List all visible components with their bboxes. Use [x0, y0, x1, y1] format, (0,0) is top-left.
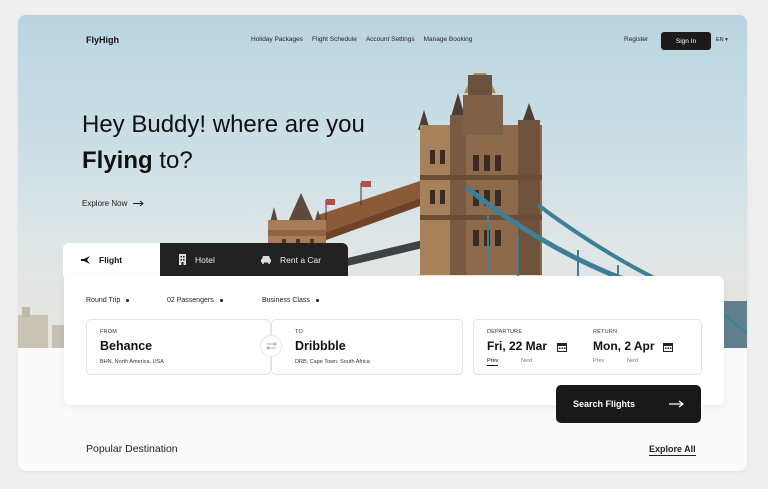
return-date[interactable]: Mon, 2 Apr: [593, 339, 655, 353]
swap-icon: [265, 342, 277, 350]
trip-type-select[interactable]: Round Trip: [86, 297, 130, 304]
car-icon: [261, 256, 271, 264]
departure-date[interactable]: Fri, 22 Mar: [487, 339, 547, 353]
dropdown-dot-icon: [315, 299, 319, 302]
booking-tabs: Flight Hotel Rent a Car: [63, 243, 348, 276]
logo[interactable]: FlyHigh: [86, 35, 119, 45]
tab-flight-label: Flight: [99, 254, 123, 265]
dates-field: DEPARTURE Fri, 22 Mar Prev Next RETURN M…: [473, 319, 702, 375]
plane-icon: [81, 255, 90, 264]
hero-headline-bold: Flying: [82, 147, 153, 174]
arrow-right-icon: [133, 200, 145, 207]
explore-now-link[interactable]: Explore Now: [82, 199, 145, 208]
to-label: TO: [295, 329, 303, 335]
sign-in-button[interactable]: Sign In: [661, 32, 711, 50]
return-prev[interactable]: Prev: [593, 358, 604, 364]
tab-rent-a-car[interactable]: Rent a Car: [240, 243, 348, 276]
language-select[interactable]: EN ▾: [716, 37, 728, 43]
main-card: FlyHigh Holiday Packages Flight Schedule…: [18, 15, 747, 471]
hero-headline-line1: Hey Buddy! where are you: [82, 111, 365, 138]
nav-manage-booking[interactable]: Manage Booking: [424, 36, 473, 43]
search-flights-label: Search Flights: [573, 399, 636, 409]
hero-headline-line2: Flying to?: [82, 147, 193, 175]
search-flights-button[interactable]: Search Flights: [556, 385, 701, 423]
passengers-value: 02 Passengers: [167, 297, 214, 304]
from-label: FROM: [100, 329, 117, 335]
tab-hotel[interactable]: Hotel: [160, 243, 240, 276]
return-next[interactable]: Next: [627, 358, 638, 364]
nav-flight-schedule[interactable]: Flight Schedule: [312, 36, 357, 43]
return-label: RETURN: [593, 329, 618, 335]
explore-all-link[interactable]: Explore All: [649, 444, 696, 456]
register-link[interactable]: Register: [624, 36, 648, 43]
hero-headline-rest: to?: [152, 147, 193, 174]
from-city: Behance: [100, 339, 153, 353]
to-field[interactable]: TO Dribbble DRB, Cape Town, South Africa: [271, 319, 463, 375]
departure-prev[interactable]: Prev: [487, 358, 499, 366]
departure-label: DEPARTURE: [487, 329, 523, 335]
calendar-icon[interactable]: [557, 342, 567, 352]
class-value: Business Class: [262, 297, 310, 304]
swap-button[interactable]: [260, 335, 282, 357]
calendar-icon[interactable]: [663, 342, 673, 352]
tab-hotel-label: Hotel: [195, 254, 215, 265]
from-detail: BHN, North America, USA: [100, 359, 164, 365]
popular-destination-title: Popular Destination: [86, 443, 178, 455]
to-city: Dribbble: [295, 339, 346, 353]
passengers-select[interactable]: 02 Passengers: [167, 297, 223, 304]
explore-now-label: Explore Now: [82, 199, 128, 208]
tab-flight[interactable]: Flight: [63, 243, 160, 276]
dropdown-dot-icon: [219, 299, 223, 302]
nav-account-settings[interactable]: Account Settings: [366, 36, 415, 43]
from-field[interactable]: FROM Behance BHN, North America, USA: [86, 319, 271, 375]
tab-rent-a-car-label: Rent a Car: [280, 254, 322, 265]
main-nav: Holiday Packages Flight Schedule Account…: [251, 36, 472, 43]
departure-next[interactable]: Next: [521, 358, 532, 364]
trip-type-value: Round Trip: [86, 297, 121, 304]
hotel-icon: [179, 254, 186, 265]
class-select[interactable]: Business Class: [262, 297, 319, 304]
to-detail: DRB, Cape Town, South Africa: [295, 359, 370, 365]
arrow-right-icon: [669, 400, 684, 408]
dropdown-dot-icon: [126, 299, 130, 302]
nav-holiday-packages[interactable]: Holiday Packages: [251, 36, 303, 43]
